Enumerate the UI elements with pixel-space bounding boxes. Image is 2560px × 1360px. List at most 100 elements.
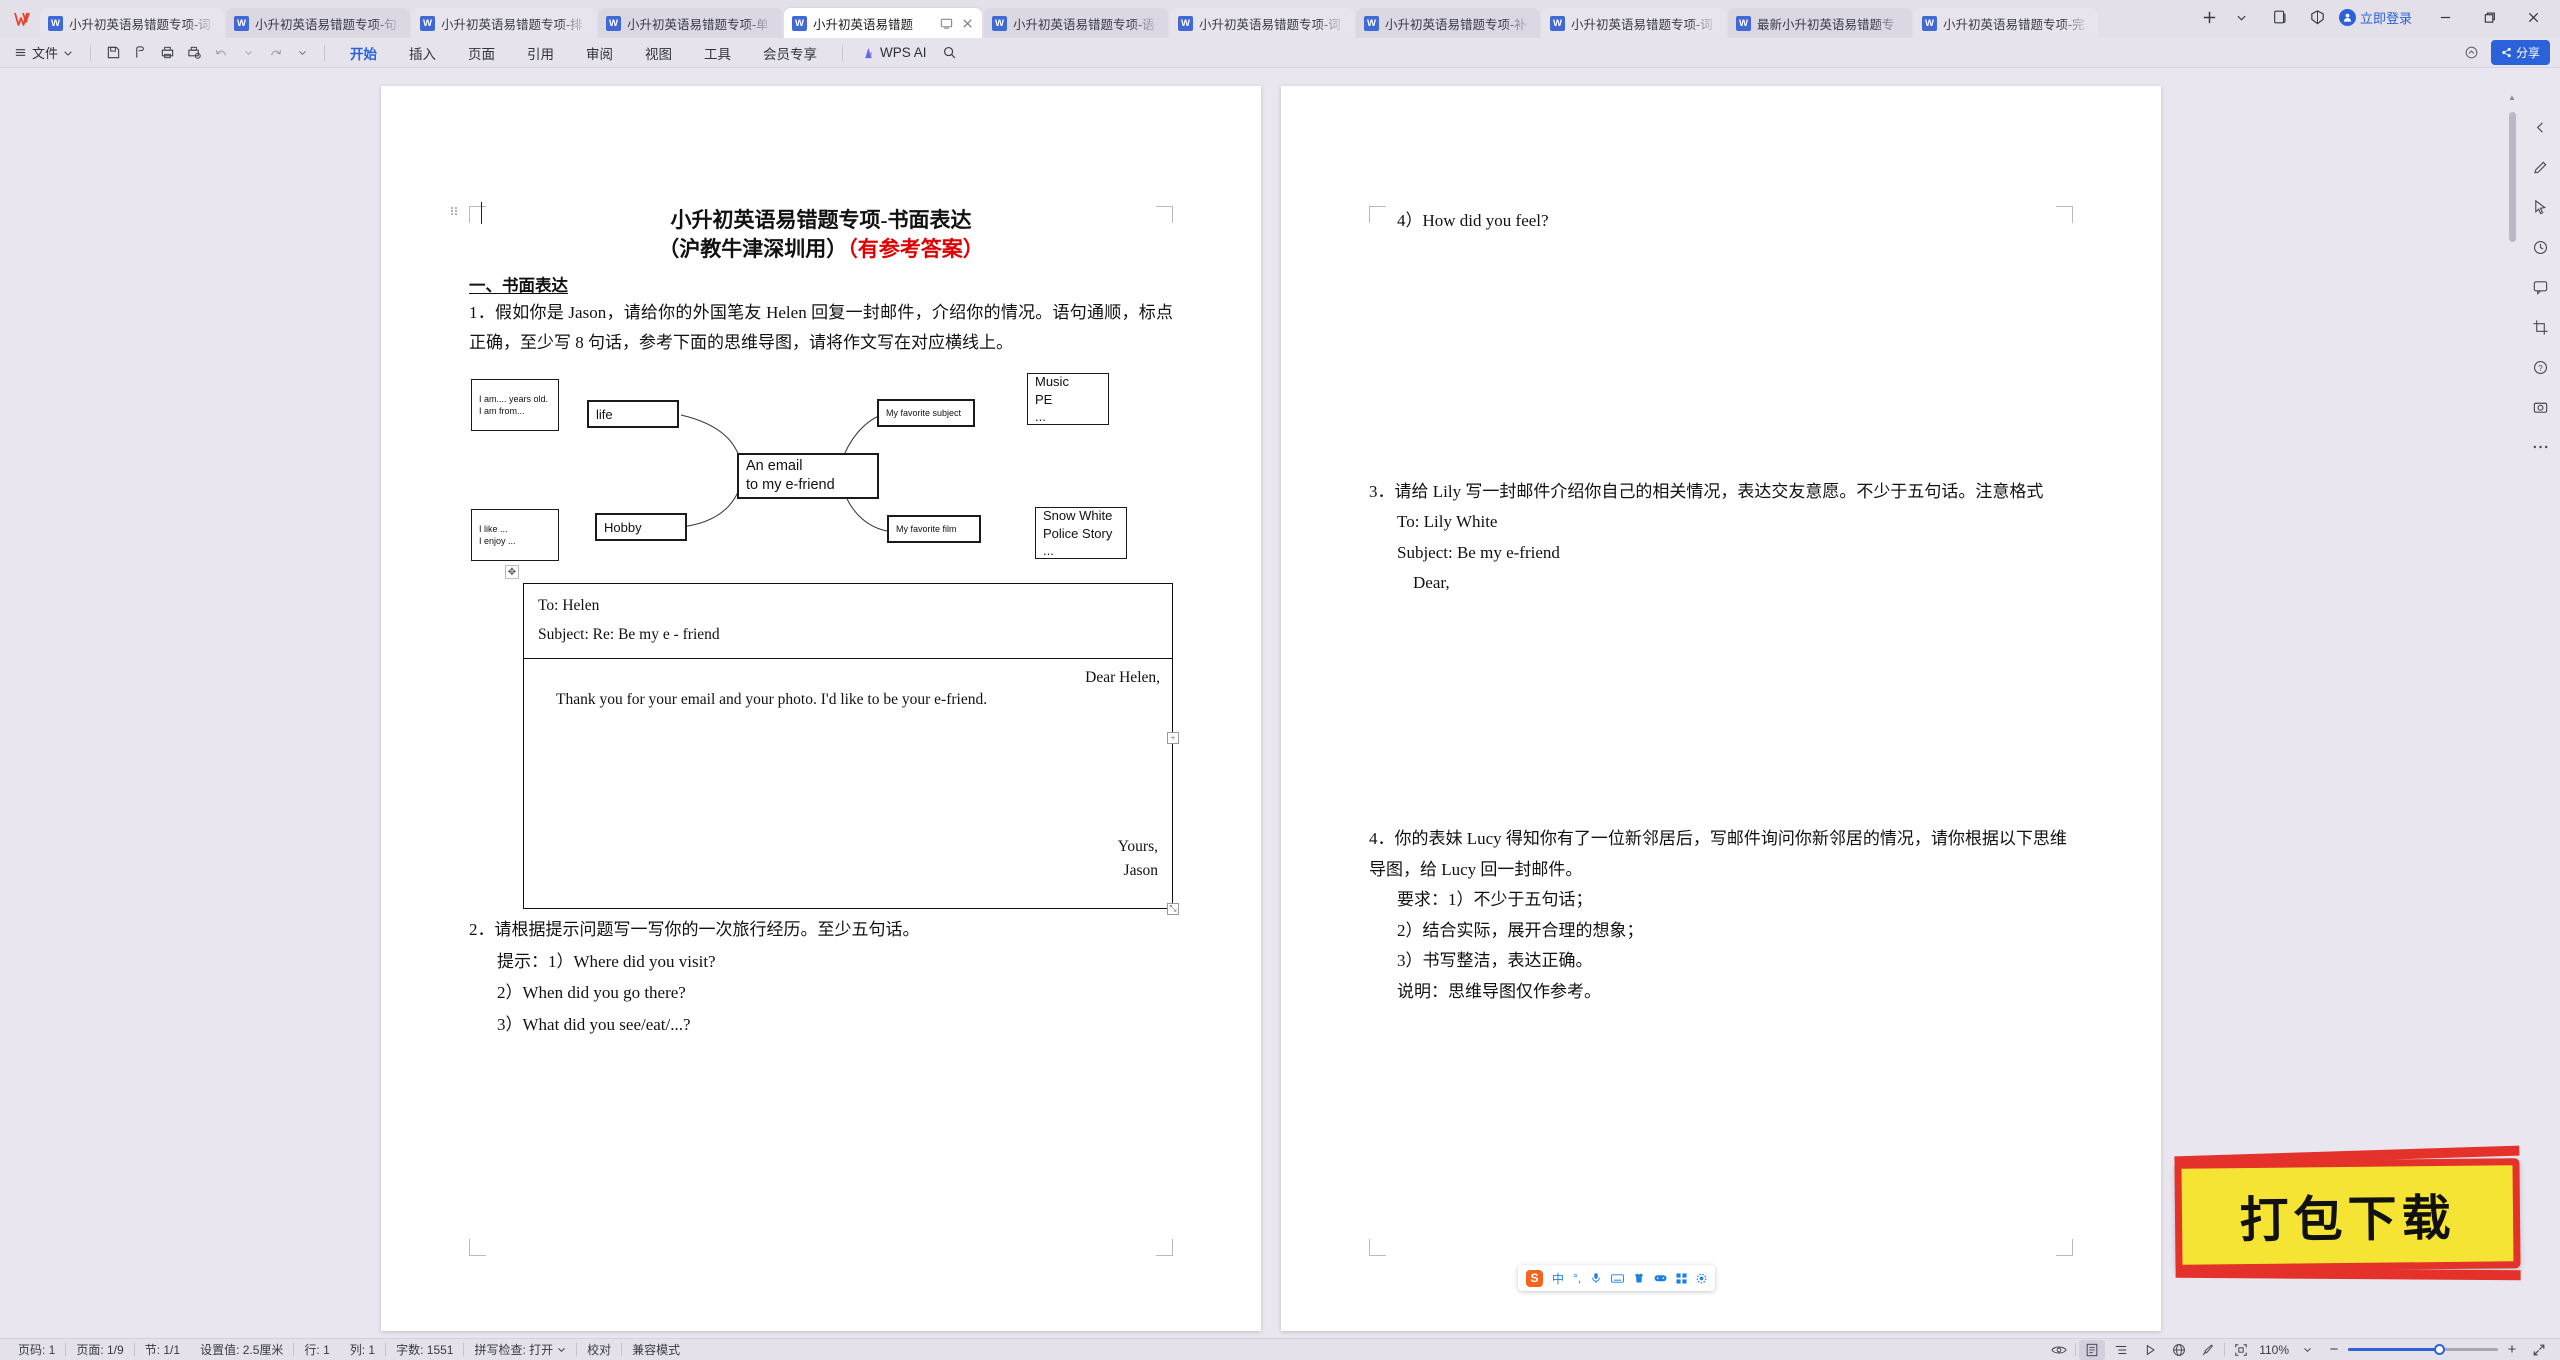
- scrollbar-thumb[interactable]: [2509, 112, 2516, 242]
- ime-game-icon[interactable]: [1654, 1273, 1667, 1283]
- cloud-sync-icon[interactable]: [2303, 3, 2333, 31]
- search-icon[interactable]: [937, 41, 963, 65]
- mindmap-center-node[interactable]: An email to my e-friend: [737, 453, 879, 500]
- screenshot-icon[interactable]: [2527, 394, 2553, 420]
- file-menu-button[interactable]: 文件: [10, 41, 81, 64]
- zoom-in-button[interactable]: +: [2501, 1341, 2523, 1358]
- object-resize-handle[interactable]: ⤡: [1167, 902, 1179, 915]
- ime-microphone-icon[interactable]: [1590, 1272, 1602, 1284]
- fit-page-icon[interactable]: [2228, 1340, 2254, 1360]
- status-word-count[interactable]: 字数: 1551: [386, 1341, 463, 1358]
- new-tab-button[interactable]: [2195, 3, 2225, 31]
- window-maximize-button[interactable]: [2468, 3, 2510, 31]
- email-template-box[interactable]: To: Helen Subject: Re: Be my e - friend …: [523, 583, 1179, 915]
- save-button[interactable]: [100, 41, 126, 65]
- document-tab-0[interactable]: W 小升初英语易错题专项-词: [40, 8, 224, 38]
- web-layout-view-icon[interactable]: [2166, 1340, 2192, 1360]
- eye-preview-icon[interactable]: [2046, 1340, 2072, 1360]
- login-button[interactable]: 立即登录: [2335, 8, 2422, 27]
- print-preview-button[interactable]: [181, 41, 207, 65]
- document-tab-3[interactable]: W 小升初英语易错题专项-单: [598, 8, 782, 38]
- comment-icon[interactable]: [2527, 274, 2553, 300]
- ime-keyboard-icon[interactable]: [1611, 1273, 1625, 1284]
- mindmap-node-life[interactable]: life: [587, 400, 679, 429]
- mindmap-leaf-subject[interactable]: Music PE ...: [1027, 373, 1109, 426]
- zoom-slider[interactable]: [2348, 1340, 2498, 1360]
- brush-tool-icon[interactable]: [2195, 1340, 2221, 1360]
- page-layout-view-icon[interactable]: [2079, 1339, 2106, 1360]
- ribbon-tab-review[interactable]: 审阅: [570, 40, 629, 66]
- tab-list-icon[interactable]: [2259, 3, 2301, 31]
- undo-button[interactable]: [208, 41, 234, 65]
- crop-icon[interactable]: [2527, 314, 2553, 340]
- document-tab-5[interactable]: W 小升初英语易错题专项-语: [984, 8, 1168, 38]
- tab-close-icon[interactable]: [961, 17, 974, 30]
- download-watermark[interactable]: 打包下载: [2174, 1158, 2521, 1272]
- document-tab-2[interactable]: W 小升初英语易错题专项-排: [412, 8, 596, 38]
- status-spellcheck[interactable]: 拼写检查: 打开: [464, 1341, 576, 1358]
- tab-preview-icon[interactable]: [940, 17, 953, 30]
- document-tab-4-active[interactable]: W 小升初英语易错题: [784, 8, 982, 38]
- document-tab-10[interactable]: W 小升初英语易错题专项-完: [1914, 8, 2098, 38]
- email-body[interactable]: Dear Helen, Thank you for your email and…: [524, 657, 1172, 908]
- share-button[interactable]: 分享: [2490, 40, 2550, 65]
- ribbon-tab-insert[interactable]: 插入: [393, 40, 452, 66]
- mindmap-node-hobby[interactable]: Hobby: [595, 513, 687, 542]
- ime-chinese-mode-icon[interactable]: 中: [1552, 1270, 1564, 1287]
- save-as-cloud-button[interactable]: [127, 41, 153, 65]
- mindmap-node-film[interactable]: My favorite film: [887, 515, 981, 544]
- wps-logo-icon[interactable]: [6, 0, 40, 38]
- document-tab-1[interactable]: W 小升初英语易错题专项-句: [226, 8, 410, 38]
- ime-settings-icon[interactable]: [1696, 1273, 1707, 1284]
- object-move-handle[interactable]: ✥: [505, 565, 519, 580]
- scroll-up-icon[interactable]: ▲: [2506, 90, 2518, 104]
- outline-view-icon[interactable]: [2108, 1340, 2134, 1360]
- mindmap-leaf-hobby[interactable]: I like ... I enjoy ...: [471, 509, 559, 562]
- presentation-view-icon[interactable]: [2137, 1340, 2163, 1360]
- zoom-slider-knob[interactable]: [2433, 1344, 2445, 1355]
- ribbon-tab-start[interactable]: 开始: [334, 40, 393, 66]
- document-tab-9[interactable]: W 最新小升初英语易错题专: [1728, 8, 1912, 38]
- wps-ai-button[interactable]: WPS AI: [852, 45, 935, 60]
- ime-toolbar[interactable]: S 中 °,: [1518, 1265, 1716, 1291]
- status-compatibility-mode[interactable]: 兼容模式: [622, 1341, 690, 1358]
- status-row[interactable]: 行: 1: [294, 1341, 339, 1358]
- status-page-number[interactable]: 页码: 1: [8, 1341, 65, 1358]
- object-add-handle[interactable]: +: [1167, 732, 1179, 745]
- redo-button[interactable]: [262, 41, 288, 65]
- help-icon[interactable]: ?: [2527, 354, 2553, 380]
- ribbon-tab-member[interactable]: 会员专享: [747, 40, 833, 66]
- ribbon-tab-tools[interactable]: 工具: [688, 40, 747, 66]
- new-tab-dropdown-icon[interactable]: [2227, 3, 2257, 31]
- ribbon-collapse-icon[interactable]: [2459, 41, 2485, 65]
- edit-pen-icon[interactable]: [2527, 154, 2553, 180]
- window-minimize-button[interactable]: [2424, 3, 2466, 31]
- mindmap-leaf-film[interactable]: Snow White Police Story ...: [1035, 507, 1127, 560]
- status-section[interactable]: 节: 1/1: [135, 1341, 190, 1358]
- zoom-level-label[interactable]: 110%: [2257, 1343, 2291, 1357]
- status-column[interactable]: 列: 1: [340, 1341, 385, 1358]
- paragraph-grip-handle[interactable]: [451, 204, 460, 217]
- mindmap-leaf-life[interactable]: I am.... years old. I am from...: [471, 379, 559, 432]
- window-close-button[interactable]: [2512, 3, 2554, 31]
- zoom-dropdown-icon[interactable]: [2294, 1340, 2320, 1360]
- document-tab-6[interactable]: W 小升初英语易错题专项-词: [1170, 8, 1354, 38]
- document-tab-7[interactable]: W 小升初英语易错题专项-补: [1356, 8, 1540, 38]
- ribbon-tab-reference[interactable]: 引用: [511, 40, 570, 66]
- status-setting-value[interactable]: 设置值: 2.5厘米: [190, 1341, 293, 1358]
- print-button[interactable]: [154, 41, 180, 65]
- zoom-out-button[interactable]: −: [2323, 1341, 2345, 1358]
- ribbon-tab-view[interactable]: 视图: [629, 40, 688, 66]
- document-page-2[interactable]: 4）How did you feel? 3．请给 Lily 写一封邮件介绍你自己…: [1281, 86, 2161, 1331]
- pages-container[interactable]: 小升初英语易错题专项-书面表达 （沪教牛津深圳用）（有参考答案） 一、书面表达 …: [22, 68, 2520, 1338]
- collapse-rail-icon[interactable]: [2527, 114, 2553, 140]
- document-page-1[interactable]: 小升初英语易错题专项-书面表达 （沪教牛津深圳用）（有参考答案） 一、书面表达 …: [381, 86, 1261, 1331]
- more-options-icon[interactable]: [2527, 434, 2553, 460]
- mindmap-node-subject[interactable]: My favorite subject: [877, 399, 975, 428]
- status-page-count[interactable]: 页面: 1/9: [66, 1341, 133, 1358]
- document-tab-8[interactable]: W 小升初英语易错题专项-词: [1542, 8, 1726, 38]
- mindmap-diagram[interactable]: I am.... years old. I am from... I like …: [469, 367, 1173, 567]
- ime-halfwidth-icon[interactable]: °,: [1573, 1271, 1581, 1285]
- undo-dropdown-icon[interactable]: [235, 41, 261, 65]
- status-proofread[interactable]: 校对: [577, 1341, 621, 1358]
